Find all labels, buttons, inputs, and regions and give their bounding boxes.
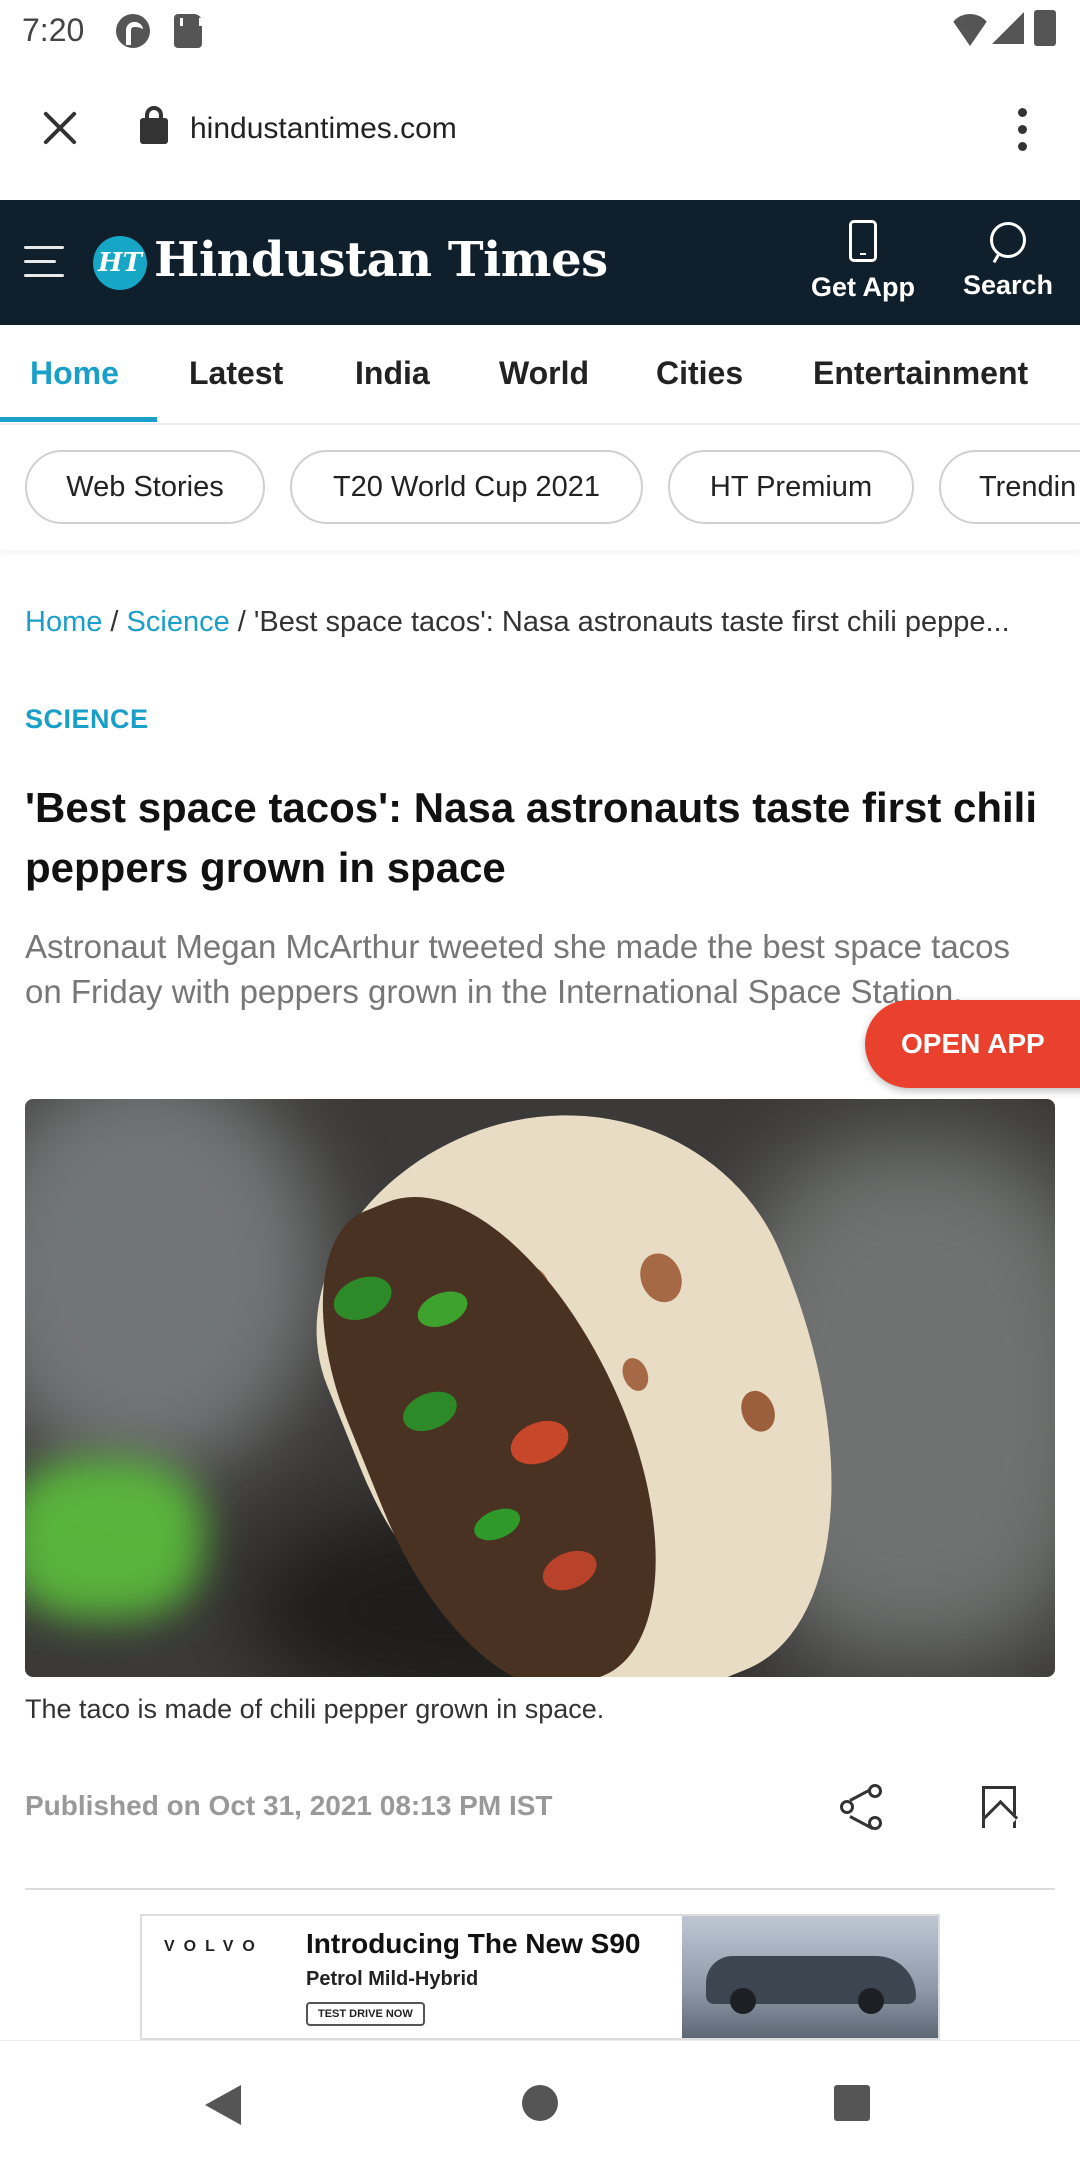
tab-entertainment[interactable]: Entertainment (813, 355, 1028, 392)
open-app-button[interactable]: OPEN APP (865, 1000, 1080, 1088)
tab-india[interactable]: India (355, 355, 430, 392)
breadcrumb-separator: / (102, 606, 127, 638)
back-icon[interactable] (205, 2085, 241, 2125)
topic-pills: Web Stories T20 World Cup 2021 HT Premiu… (0, 425, 1080, 550)
search-label: Search (962, 270, 1054, 300)
ad-subtitle: Petrol Mild-Hybrid (306, 1968, 479, 1990)
section-tabs: Home Latest India World Cities Entertain… (0, 325, 1080, 425)
site-header: HT Hindustan Times Get App Search (0, 200, 1080, 325)
system-navigation-bar (0, 2040, 1080, 2160)
breadcrumb: Home / Science / 'Best space tacos': Nas… (25, 606, 1055, 639)
article-section-label[interactable]: SCIENCE (25, 704, 149, 735)
wifi-icon (948, 14, 992, 46)
more-options-icon[interactable] (1012, 108, 1032, 154)
ht-logo-badge[interactable]: HT (93, 236, 147, 290)
phone-icon (849, 220, 877, 262)
menu-icon[interactable] (24, 246, 64, 278)
get-app-button[interactable]: Get App (800, 220, 926, 310)
pill-ht-premium[interactable]: HT Premium (668, 450, 914, 524)
ad-car-image (682, 1916, 938, 2038)
lock-icon[interactable] (140, 106, 168, 144)
pill-web-stories[interactable]: Web Stories (25, 450, 265, 524)
close-icon[interactable] (36, 104, 84, 152)
status-bar: 7:20 (0, 0, 1080, 62)
cell-signal-icon (992, 12, 1024, 44)
bookmark-icon[interactable] (982, 1786, 1016, 1828)
tab-latest[interactable]: Latest (189, 355, 283, 392)
share-icon[interactable] (838, 1784, 886, 1832)
recents-icon[interactable] (834, 2085, 870, 2121)
pill-trending[interactable]: Trendin (939, 450, 1080, 524)
pill-t20-world-cup[interactable]: T20 World Cup 2021 (290, 450, 643, 524)
breadcrumb-home[interactable]: Home (25, 606, 102, 638)
site-logo[interactable]: Hindustan Times (154, 232, 608, 288)
tab-cities[interactable]: Cities (656, 355, 743, 392)
get-app-label: Get App (811, 272, 915, 302)
active-tab-indicator (0, 417, 157, 422)
search-button[interactable]: Search (950, 220, 1066, 310)
ad-cta-button[interactable]: TEST DRIVE NOW (306, 2002, 425, 2026)
breadcrumb-science[interactable]: Science (127, 606, 230, 638)
url-text[interactable]: hindustantimes.com (190, 112, 457, 146)
published-date: Published on Oct 31, 2021 08:13 PM IST (25, 1790, 553, 1821)
volvo-ad-banner[interactable]: VOLVO Introducing The New S90 Petrol Mil… (140, 1914, 940, 2040)
divider (25, 1888, 1055, 1890)
tab-home[interactable]: Home (30, 355, 119, 392)
breadcrumb-current: 'Best space tacos': Nasa astronauts tast… (253, 606, 1010, 638)
ad-brand-logo: VOLVO (164, 1938, 264, 1955)
browser-toolbar: hindustantimes.com (0, 62, 1080, 200)
article-headline: 'Best space tacos': Nasa astronauts tast… (25, 784, 1038, 891)
status-time: 7:20 (22, 12, 85, 48)
battery-icon (1034, 10, 1056, 46)
article-summary: Astronaut Megan McArthur tweeted she mad… (25, 928, 1011, 1010)
app-notification-icon (116, 14, 150, 48)
tab-world[interactable]: World (499, 355, 589, 392)
ad-title: Introducing The New S90 (306, 1928, 641, 1959)
home-icon[interactable] (522, 2085, 558, 2121)
search-icon (990, 222, 1026, 258)
article-hero-image[interactable] (25, 1099, 1055, 1677)
image-caption: The taco is made of chili pepper grown i… (25, 1694, 605, 1724)
breadcrumb-separator: / (229, 606, 254, 638)
sd-card-icon (174, 14, 202, 48)
